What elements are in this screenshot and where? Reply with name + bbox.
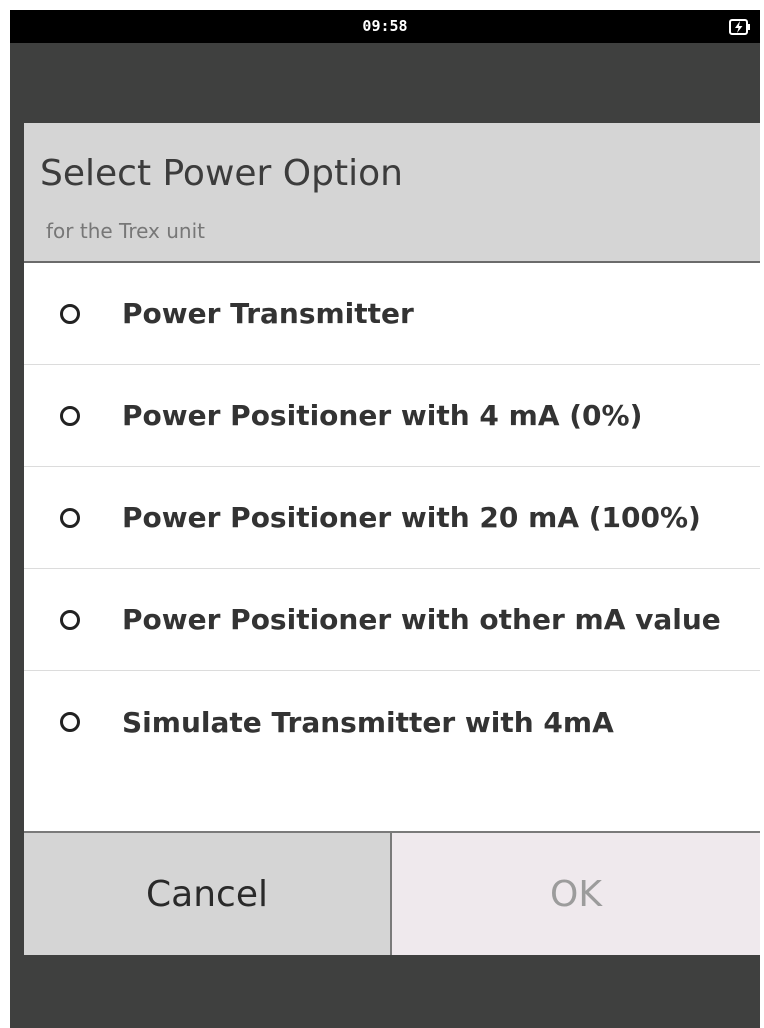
- power-option-dialog: Select Power Option for the Trex unit Po…: [24, 123, 760, 955]
- status-time: 09:58: [362, 17, 408, 35]
- battery-charging-icon: [729, 19, 750, 35]
- option-label: Power Positioner with 20 mA (100%): [122, 501, 701, 534]
- device-screen: 09:58 Select Power Option for the Trex u…: [10, 10, 760, 1028]
- option-label: Power Positioner with other mA value: [122, 603, 721, 636]
- dialog-title: Select Power Option: [40, 153, 403, 194]
- option-label: Power Positioner with 4 mA (0%): [122, 399, 643, 432]
- option-positioner-other-ma[interactable]: Power Positioner with other mA value: [24, 569, 760, 671]
- radio-button-icon[interactable]: [60, 609, 80, 630]
- dialog-button-bar: Cancel OK: [24, 831, 760, 955]
- status-bar: 09:58: [10, 10, 760, 43]
- radio-button-icon[interactable]: [60, 712, 80, 732]
- radio-button-icon[interactable]: [60, 303, 80, 324]
- radio-button-icon[interactable]: [60, 507, 80, 528]
- dialog-subtitle: for the Trex unit: [46, 219, 205, 243]
- option-label: Power Transmitter: [122, 297, 414, 330]
- option-simulate-transmitter[interactable]: Simulate Transmitter with 4mA: [24, 671, 760, 773]
- option-label: Simulate Transmitter with 4mA: [122, 705, 614, 739]
- radio-button-icon[interactable]: [60, 405, 80, 426]
- dialog-header: Select Power Option for the Trex unit: [24, 123, 760, 263]
- option-list: Power Transmitter Power Positioner with …: [24, 263, 760, 831]
- option-positioner-4ma[interactable]: Power Positioner with 4 mA (0%): [24, 365, 760, 467]
- option-positioner-20ma[interactable]: Power Positioner with 20 mA (100%): [24, 467, 760, 569]
- cancel-button[interactable]: Cancel: [24, 833, 392, 955]
- option-power-transmitter[interactable]: Power Transmitter: [24, 263, 760, 365]
- ok-button[interactable]: OK: [392, 833, 760, 955]
